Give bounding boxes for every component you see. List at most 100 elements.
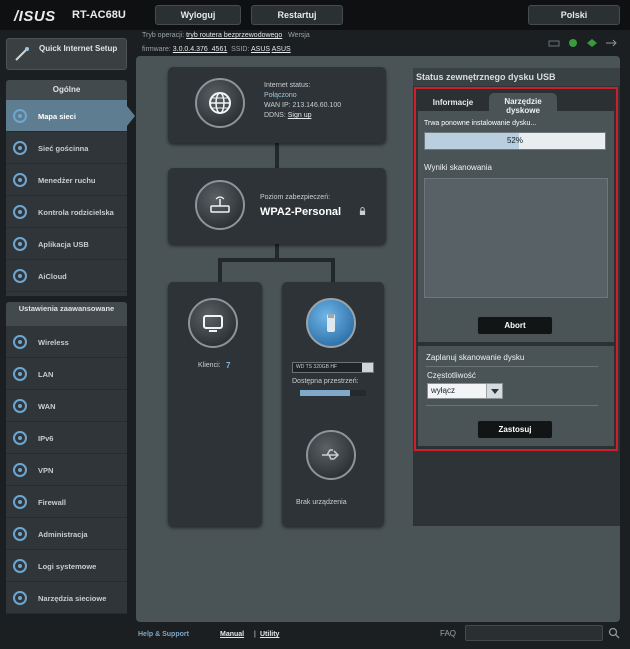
apply-button[interactable]: Zastosuj xyxy=(477,420,553,439)
network-status-icon[interactable] xyxy=(586,38,598,48)
sidebar-item-label: IPv6 xyxy=(38,433,54,443)
progress-label: 52% xyxy=(506,136,523,145)
router-model: RT-AC68U xyxy=(72,9,126,21)
footer-separator: | xyxy=(254,631,256,638)
sidebar-item-sie-go-cinna[interactable]: Sieć gościnna xyxy=(6,132,127,164)
sidebar-item-administracja[interactable]: Administracja xyxy=(6,518,127,550)
divider xyxy=(426,366,598,367)
sidebar-item-label: LAN xyxy=(38,369,54,379)
sidebar-item-label: Logi systemowe xyxy=(38,561,97,571)
ipv6-icon xyxy=(13,431,27,445)
connector-line xyxy=(331,258,335,282)
sidebar-item-mapa-sieci[interactable]: Mapa sieci xyxy=(6,100,127,132)
sidebar-item-kontrola-rodzicielska[interactable]: Kontrola rodzicielska xyxy=(6,196,127,228)
usb-symbol-icon xyxy=(306,430,356,480)
network-map-icon xyxy=(13,109,27,123)
ssid-link-1[interactable]: ASUS xyxy=(251,46,270,53)
sidebar-item-logi-systemowe[interactable]: Logi systemowe xyxy=(6,550,127,582)
sidebar-item-ipv6[interactable]: IPv6 xyxy=(6,422,127,454)
security-level-label: Poziom zabezpieczeń: xyxy=(260,194,331,201)
reinstall-status: Trwa ponowne instalowanie dysku... xyxy=(424,120,537,127)
sidebar-item-label: Wireless xyxy=(38,337,69,347)
quick-internet-setup-button[interactable]: Quick Internet Setup xyxy=(6,38,127,70)
usb-available-label: Dostępna przestrzeń: xyxy=(292,378,359,385)
firewall-icon xyxy=(13,495,27,509)
usb-device-name: WD TS 320GB HF xyxy=(296,364,338,370)
status-icons xyxy=(548,38,617,48)
no-device-label: Brak urządzenia xyxy=(296,499,347,506)
sidebar-item-aicloud[interactable]: AiCloud xyxy=(6,260,127,292)
sidebar-item-label: Mapa sieci xyxy=(38,111,76,121)
sidebar-item-firewall[interactable]: Firewall xyxy=(6,486,127,518)
tab-narzedzie-dyskowe[interactable]: Narzędzie dyskowe xyxy=(489,93,557,115)
internet-globe-icon[interactable] xyxy=(195,78,245,128)
connector-line xyxy=(218,258,334,262)
sidebar-item-vpn[interactable]: VPN xyxy=(6,454,127,486)
sidebar-item-label: Kontrola rodzicielska xyxy=(38,207,114,217)
router-icon[interactable] xyxy=(195,180,245,230)
lan-icon xyxy=(13,367,27,381)
ssid-link-2[interactable]: ASUS xyxy=(272,46,291,53)
connector-line xyxy=(275,143,279,168)
lock-icon xyxy=(359,207,366,215)
active-pointer xyxy=(127,106,135,126)
parental-control-icon xyxy=(13,205,27,219)
sidebar-item-label: Narzędzia sieciowe xyxy=(38,593,107,603)
sidebar-item-label: VPN xyxy=(38,465,54,475)
usb-status-icon[interactable] xyxy=(605,38,617,48)
clients-count[interactable]: 7 xyxy=(226,361,230,370)
wan-ip-label: WAN IP: xyxy=(264,102,291,109)
version-label: Wersja xyxy=(288,32,310,39)
tab-informacje[interactable]: Informacje xyxy=(419,94,487,112)
chevron-down-icon xyxy=(362,363,373,372)
sidebar-item-wireless[interactable]: Wireless xyxy=(6,326,127,358)
general-menu: Mapa sieci Sieć gościnna Menedżer ruchu Kon… xyxy=(6,100,127,296)
internet-status-value: Połączono xyxy=(264,92,297,99)
mode-label: Tryb operacji: xyxy=(142,32,185,39)
ddns-signup-link[interactable]: Sign up xyxy=(288,112,312,119)
help-support-link[interactable]: Help & Support xyxy=(138,631,189,638)
wireless-icon xyxy=(13,335,27,349)
usb-drive-icon[interactable] xyxy=(306,298,356,348)
admin-icon xyxy=(13,527,27,541)
frequency-value: wyłącz xyxy=(431,386,456,395)
faq-label: FAQ xyxy=(440,629,457,638)
usb-device-select[interactable]: WD TS 320GB HF xyxy=(292,362,374,373)
language-select[interactable]: Polski xyxy=(528,5,620,25)
sidebar-item-narz-dzia-sieciowe[interactable]: Narzędzia sieciowe xyxy=(6,582,127,614)
frequency-select[interactable]: wyłącz xyxy=(427,383,503,399)
sidebar-item-aplikacja-usb[interactable]: Aplikacja USB xyxy=(6,228,127,260)
guest-network-icon xyxy=(13,141,27,155)
asus-logo: /ISUS xyxy=(14,8,56,25)
faq-search-input[interactable] xyxy=(465,625,603,641)
sidebar-item-label: Sieć gościnna xyxy=(38,143,89,153)
ddns-label: DDNS: xyxy=(264,112,286,119)
usb-panel-title: Status zewnętrznego dysku USB xyxy=(413,68,620,86)
printer-status-icon[interactable] xyxy=(548,38,560,48)
usb-space-fill xyxy=(300,390,350,396)
sidebar-item-label: Firewall xyxy=(38,497,66,507)
mode-link[interactable]: tryb routera bezprzewodowego xyxy=(186,32,282,39)
lock-status-icon[interactable] xyxy=(567,38,579,48)
sidebar-item-mened-er-ruchu[interactable]: Menedżer ruchu xyxy=(6,164,127,196)
schedule-title: Zaplanuj skanowanie dysku xyxy=(426,353,525,362)
sidebar-item-label: AiCloud xyxy=(38,271,67,281)
search-icon[interactable] xyxy=(608,627,620,639)
logout-button[interactable]: Wyloguj xyxy=(155,5,241,25)
sidebar-item-label: WAN xyxy=(38,401,56,411)
sidebar-item-wan[interactable]: WAN xyxy=(6,390,127,422)
scan-results-area[interactable] xyxy=(424,178,608,298)
manual-link[interactable]: Manual xyxy=(220,631,244,638)
cloud-icon xyxy=(13,269,27,283)
sidebar-item-lan[interactable]: LAN xyxy=(6,358,127,390)
frequency-label: Częstotliwość xyxy=(427,371,476,380)
firmware-link[interactable]: 3.0.0.4.376_4561 xyxy=(173,46,228,53)
quick-setup-label: Quick Internet Setup xyxy=(39,44,118,53)
utility-link[interactable]: Utility xyxy=(260,631,279,638)
scan-results-label: Wyniki skanowania xyxy=(424,163,492,172)
monitor-icon[interactable] xyxy=(188,298,238,348)
sidebar-item-label: Aplikacja USB xyxy=(38,239,89,249)
restart-button[interactable]: Restartuj xyxy=(251,5,343,25)
abort-button[interactable]: Abort xyxy=(477,316,553,335)
firmware-label: firmware: xyxy=(142,46,171,53)
